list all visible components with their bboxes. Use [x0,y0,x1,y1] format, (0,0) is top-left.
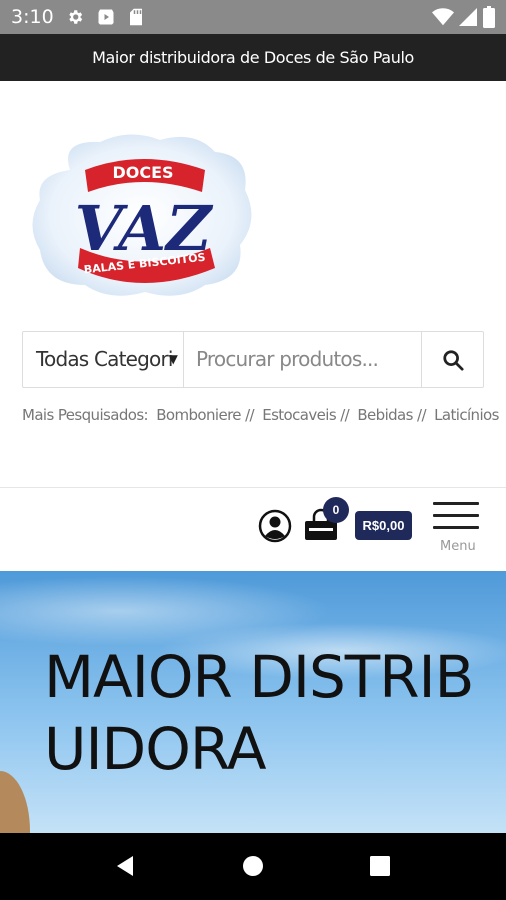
brand-logo[interactable]: DOCES VAZ BALAS E BISCOITOS [30,130,256,300]
search-icon [443,350,464,371]
hero-title: MAIOR DISTRIBUIDORA [44,643,474,783]
popular-label: Mais Pesquisados: [22,406,149,424]
play-store-icon [98,9,114,25]
user-account-icon[interactable] [258,509,292,543]
back-icon[interactable] [113,854,137,878]
sd-card-icon [130,8,142,26]
battery-icon [483,6,495,28]
menu-label[interactable]: Menu [440,539,476,554]
popular-link-laticinios[interactable]: Laticínios [434,406,499,424]
header-divider [0,487,506,488]
hero-banner: MAIOR DISTRIBUIDORA [0,571,506,833]
popular-link-estocaveis[interactable]: Estocaveis // [262,406,350,424]
wifi-icon [432,8,454,26]
hero-background-image [0,771,30,833]
status-time: 3:10 [11,6,54,28]
cart-total-button[interactable]: R$0,00 [355,511,412,540]
signal-icon [459,8,477,26]
popular-link-bebidas[interactable]: Bebidas // [357,406,426,424]
caret-down-icon: ▼ [168,352,178,366]
cart-count-badge: 0 [323,497,349,523]
settings-icon [69,10,83,24]
popular-link-bomboniere[interactable]: Bomboniere // [156,406,254,424]
android-navigation-bar [0,833,506,900]
recents-icon[interactable] [369,855,391,877]
logo-top-text: DOCES [112,163,173,182]
home-icon[interactable] [241,854,265,878]
top-banner-text: Maior distribuidora de Doces de São Paul… [92,48,414,67]
hamburger-menu-icon[interactable] [433,502,479,532]
top-banner: Maior distribuidora de Doces de São Paul… [0,34,506,81]
search-input[interactable]: Procurar produtos... [185,332,421,387]
search-button[interactable] [421,332,483,387]
category-select[interactable]: Todas Categori ▼ [23,332,184,387]
search-bar: Todas Categori ▼ Procurar produtos... [22,331,484,388]
search-placeholder: Procurar produtos... [196,347,379,371]
category-select-label: Todas Categori [36,347,173,371]
status-bar: 3:10 [0,0,506,34]
popular-searches: Mais Pesquisados: Bomboniere // Estocave… [22,406,503,424]
